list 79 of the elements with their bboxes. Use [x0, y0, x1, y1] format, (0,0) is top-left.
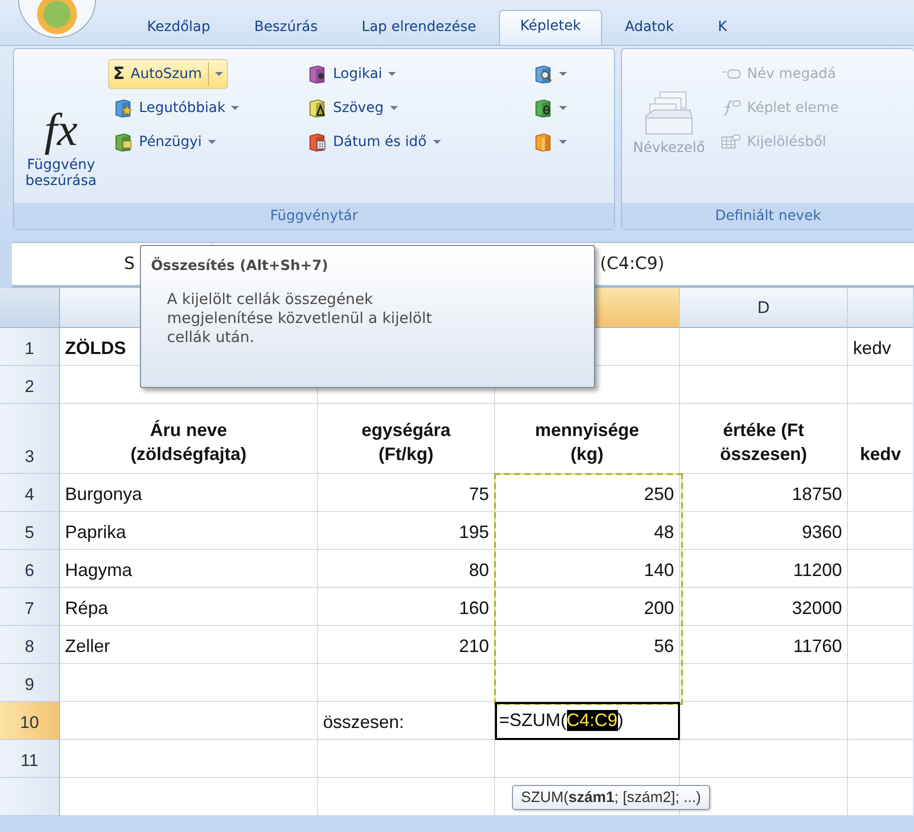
table-cell: 32000 [680, 588, 848, 626]
row-header[interactable] [0, 778, 60, 816]
row-header[interactable]: 4 [0, 474, 60, 512]
table-cell [848, 778, 914, 816]
ribbon-tab[interactable]: K [696, 11, 748, 45]
row-header[interactable]: 3 [0, 404, 60, 474]
ribbon-tab[interactable]: Képletek [499, 10, 602, 45]
book-magnifier-icon [533, 64, 553, 84]
table-cell: Zeller [60, 626, 318, 664]
group-label: Definiált nevek [622, 203, 914, 229]
table-cell [848, 664, 914, 702]
function-hint: SZUM(szám1; [szám2]; ...) [512, 785, 710, 810]
row-header[interactable]: 5 [0, 512, 60, 550]
table-cell: értéke (Ft összesen) [680, 404, 848, 474]
table-cell: 11760 [680, 626, 848, 664]
table-cell: egységára (Ft/kg) [318, 404, 495, 474]
group-label: Függvénytár [14, 203, 614, 229]
row-header[interactable]: 7 [0, 588, 60, 626]
large-button[interactable]: fx Függvény beszúrása [18, 55, 104, 203]
column-header[interactable]: D [680, 288, 848, 328]
book-icon [113, 132, 133, 152]
ribbon-button[interactable]: Szöveg [302, 93, 403, 123]
function-icon [721, 98, 741, 118]
table-cell: 18750 [680, 474, 848, 512]
book-letter-icon [307, 98, 327, 118]
row-header[interactable]: 9 [0, 664, 60, 702]
ribbon-tab[interactable]: Beszúrás [233, 11, 339, 45]
row-header[interactable]: 6 [0, 550, 60, 588]
ribbon-button[interactable]: Logikai [302, 59, 402, 89]
table-cell: kedv [848, 404, 914, 474]
table-cell [848, 512, 914, 550]
books-icon [533, 132, 553, 152]
table-cell [848, 740, 914, 778]
table-cell [848, 366, 914, 404]
select-all-button[interactable] [0, 288, 60, 328]
table-cell: 80 [318, 550, 495, 588]
ribbon-button[interactable]: Legutóbbiak [108, 93, 244, 123]
book-calendar-icon [307, 132, 327, 152]
table-cell: 56 [495, 626, 680, 664]
table-cell [848, 588, 914, 626]
table-cell: összesen: [318, 702, 495, 740]
table-cell: 210 [318, 626, 495, 664]
table-cell [848, 702, 914, 740]
ribbon-tab[interactable]: Lap elrendezése [340, 11, 498, 45]
book-icon [307, 64, 327, 84]
row-header[interactable]: 11 [0, 740, 60, 778]
ribbon-button[interactable]: Pénzügyi [108, 127, 221, 157]
card-drawer-icon [644, 90, 694, 136]
table-cell: 9360 [680, 512, 848, 550]
row-header[interactable]: 2 [0, 366, 60, 404]
table-cell: 195 [318, 512, 495, 550]
table-cell [848, 550, 914, 588]
row-header[interactable]: 10 [0, 702, 60, 740]
row-header[interactable]: 8 [0, 626, 60, 664]
table-cell: 48 [495, 512, 680, 550]
book-star-icon [113, 98, 133, 118]
ribbon-tab[interactable]: Kezdőlap [126, 11, 232, 45]
table-cell: 160 [318, 588, 495, 626]
table-cell: 200 [495, 588, 680, 626]
table-cell: mennyisége (kg) [495, 404, 680, 474]
ribbon-tab[interactable]: Adatok [604, 11, 695, 45]
ribbon-button[interactable]: Σ AutoSzum [108, 59, 228, 89]
table-cell: 11200 [680, 550, 848, 588]
table-cell: Áru neve (zöldségfajta) [60, 404, 318, 474]
table-cell: kedv [848, 328, 914, 366]
table-cell: Paprika [60, 512, 318, 550]
table-cell: 75 [318, 474, 495, 512]
table-cell: Hagyma [60, 550, 318, 588]
ribbon-button[interactable]: Dátum és idő [302, 127, 446, 157]
table-cell: 140 [495, 550, 680, 588]
table-cell: Burgonya [60, 474, 318, 512]
table-cell [848, 626, 914, 664]
row-header[interactable]: 1 [0, 328, 60, 366]
table-cell: Répa [60, 588, 318, 626]
column-header[interactable] [60, 288, 140, 328]
table-cell: 250 [495, 474, 680, 512]
column-header[interactable] [848, 288, 914, 328]
book-icon [533, 98, 553, 118]
table-cell [848, 474, 914, 512]
